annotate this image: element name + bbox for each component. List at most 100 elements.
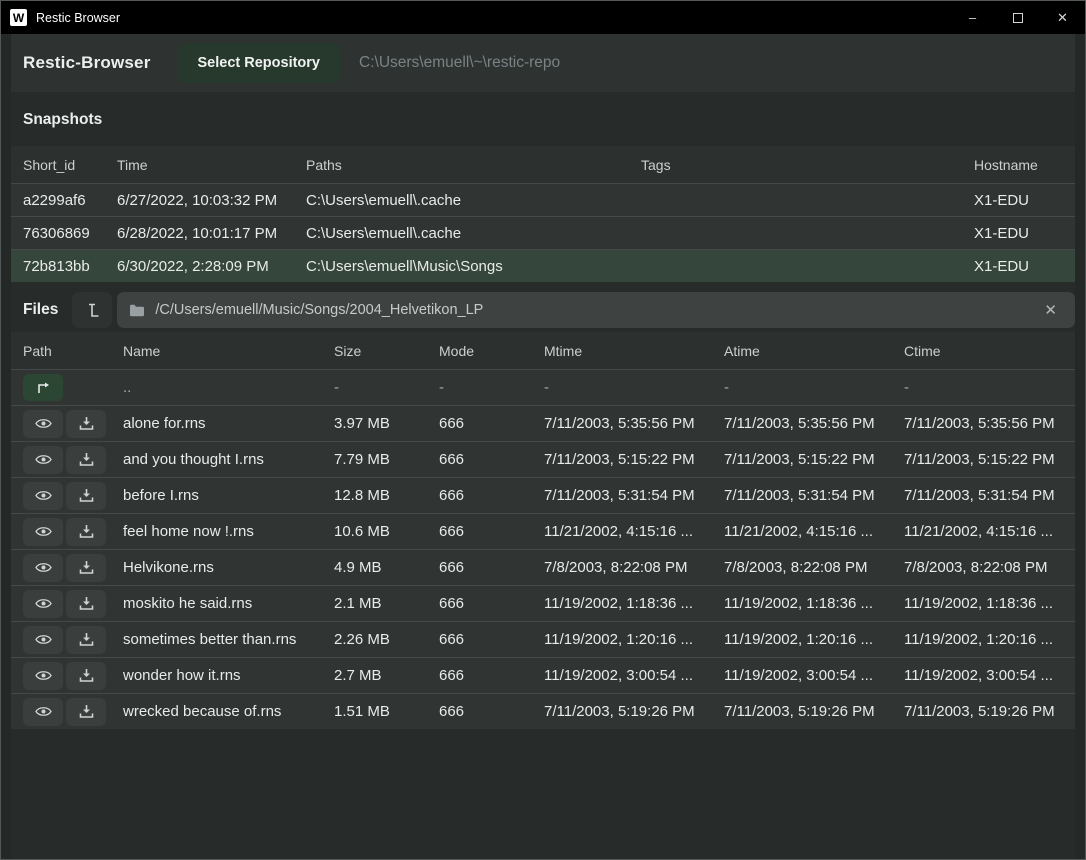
col-path[interactable]: Path: [11, 343, 111, 359]
col-paths[interactable]: Paths: [294, 157, 629, 173]
dump-file-button[interactable]: [66, 590, 106, 618]
file-size: 10.6 MB: [322, 523, 427, 540]
file-mtime: 11/21/2002, 4:15:16 ...: [532, 523, 712, 540]
titlebar: W Restic Browser – ✕: [1, 1, 1085, 34]
download-icon: [79, 704, 94, 719]
go-parent-dir-button[interactable]: [23, 374, 63, 401]
dump-file-button[interactable]: [66, 662, 106, 690]
maximize-button[interactable]: [995, 1, 1040, 34]
files-path-value[interactable]: /C/Users/emuell/Music/Songs/2004_Helveti…: [155, 302, 1038, 318]
file-row: moskito he said.rns 2.1 MB 666 11/19/200…: [11, 585, 1075, 621]
snapshots-table: Short_id Time Paths Tags Hostname a2299a…: [11, 146, 1075, 282]
view-file-button[interactable]: [23, 482, 63, 510]
download-icon: [79, 524, 94, 539]
snapshot-time: 6/30/2022, 2:28:09 PM: [105, 258, 294, 275]
dump-file-button[interactable]: [66, 446, 106, 474]
file-size: 12.8 MB: [322, 487, 427, 504]
file-mode: 666: [427, 487, 532, 504]
file-atime: 11/19/2002, 1:20:16 ...: [712, 631, 892, 648]
minimize-button[interactable]: –: [950, 1, 995, 34]
view-file-button[interactable]: [23, 518, 63, 546]
eye-icon: [35, 525, 52, 538]
snapshot-hostname: X1-EDU: [962, 192, 1075, 209]
snapshots-section-title: Snapshots: [11, 92, 1075, 146]
clear-path-button[interactable]: ✕: [1038, 299, 1063, 321]
view-file-button[interactable]: [23, 554, 63, 582]
file-ctime: 7/8/2003, 8:22:08 PM: [892, 559, 1075, 576]
dump-file-button[interactable]: [66, 482, 106, 510]
download-icon: [79, 596, 94, 611]
view-file-button[interactable]: [23, 410, 63, 438]
col-time[interactable]: Time: [105, 157, 294, 173]
file-atime: 11/19/2002, 1:18:36 ...: [712, 595, 892, 612]
file-size: 2.7 MB: [322, 667, 427, 684]
main-content: Snapshots Short_id Time Paths Tags Hostn…: [11, 92, 1075, 860]
dump-file-button[interactable]: [66, 626, 106, 654]
file-mtime: -: [532, 379, 712, 396]
eye-icon: [35, 705, 52, 718]
file-ctime: 11/19/2002, 1:20:16 ...: [892, 631, 1075, 648]
snapshot-row[interactable]: a2299af6 6/27/2022, 10:03:32 PM C:\Users…: [11, 183, 1075, 216]
tree-view-toggle-button[interactable]: [72, 292, 112, 328]
file-atime: 11/19/2002, 3:00:54 ...: [712, 667, 892, 684]
col-mode[interactable]: Mode: [427, 343, 532, 359]
file-name: Helvikone.rns: [111, 559, 322, 576]
file-atime: 7/8/2003, 8:22:08 PM: [712, 559, 892, 576]
col-mtime[interactable]: Mtime: [532, 343, 712, 359]
file-mtime: 11/19/2002, 3:00:54 ...: [532, 667, 712, 684]
file-mode: -: [427, 379, 532, 396]
download-icon: [79, 632, 94, 647]
tree-view-icon: [85, 302, 100, 319]
download-icon: [79, 416, 94, 431]
window-controls: – ✕: [950, 1, 1085, 34]
file-size: 4.9 MB: [322, 559, 427, 576]
view-file-button[interactable]: [23, 662, 63, 690]
snapshot-hostname: X1-EDU: [962, 225, 1075, 242]
col-ctime[interactable]: Ctime: [892, 343, 1075, 359]
file-row: wonder how it.rns 2.7 MB 666 11/19/2002,…: [11, 657, 1075, 693]
download-icon: [79, 452, 94, 467]
file-atime: 7/11/2003, 5:19:26 PM: [712, 703, 892, 720]
col-name[interactable]: Name: [111, 343, 322, 359]
view-file-button[interactable]: [23, 698, 63, 726]
file-mtime: 7/11/2003, 5:35:56 PM: [532, 415, 712, 432]
file-name: feel home now !.rns: [111, 523, 322, 540]
file-mtime: 7/11/2003, 5:31:54 PM: [532, 487, 712, 504]
file-mode: 666: [427, 631, 532, 648]
file-name: and you thought I.rns: [111, 451, 322, 468]
view-file-button[interactable]: [23, 590, 63, 618]
dump-file-button[interactable]: [66, 554, 106, 582]
window-title: Restic Browser: [36, 11, 120, 25]
view-file-button[interactable]: [23, 626, 63, 654]
col-short-id[interactable]: Short_id: [11, 157, 105, 173]
files-bar: Files /C/Users/emuell/Music/Songs/2004_H…: [11, 282, 1075, 332]
restic-browser-window: W Restic Browser – ✕ Restic-Browser Sele…: [0, 0, 1086, 860]
snapshot-row[interactable]: 76306869 6/28/2022, 10:01:17 PM C:\Users…: [11, 216, 1075, 249]
snapshot-time: 6/28/2022, 10:01:17 PM: [105, 225, 294, 242]
file-mtime: 7/11/2003, 5:19:26 PM: [532, 703, 712, 720]
dump-file-button[interactable]: [66, 410, 106, 438]
file-size: 3.97 MB: [322, 415, 427, 432]
file-mtime: 7/11/2003, 5:15:22 PM: [532, 451, 712, 468]
file-size: 7.79 MB: [322, 451, 427, 468]
col-hostname[interactable]: Hostname: [962, 157, 1075, 173]
file-size: -: [322, 379, 427, 396]
select-repository-button[interactable]: Select Repository: [177, 43, 342, 83]
col-tags[interactable]: Tags: [629, 157, 962, 173]
parent-dir-row[interactable]: .. - - - - -: [11, 369, 1075, 405]
file-name: wonder how it.rns: [111, 667, 322, 684]
file-row: Helvikone.rns 4.9 MB 666 7/8/2003, 8:22:…: [11, 549, 1075, 585]
file-mtime: 11/19/2002, 1:18:36 ...: [532, 595, 712, 612]
wails-logo-icon: W: [10, 9, 27, 26]
files-section-title: Files: [11, 301, 72, 319]
file-atime: 11/21/2002, 4:15:16 ...: [712, 523, 892, 540]
dump-file-button[interactable]: [66, 518, 106, 546]
view-file-button[interactable]: [23, 446, 63, 474]
files-path-bar[interactable]: /C/Users/emuell/Music/Songs/2004_Helveti…: [117, 292, 1075, 328]
close-button[interactable]: ✕: [1040, 1, 1085, 34]
snapshot-row-selected[interactable]: 72b813bb 6/30/2022, 2:28:09 PM C:\Users\…: [11, 249, 1075, 282]
file-size: 1.51 MB: [322, 703, 427, 720]
col-size[interactable]: Size: [322, 343, 427, 359]
dump-file-button[interactable]: [66, 698, 106, 726]
col-atime[interactable]: Atime: [712, 343, 892, 359]
